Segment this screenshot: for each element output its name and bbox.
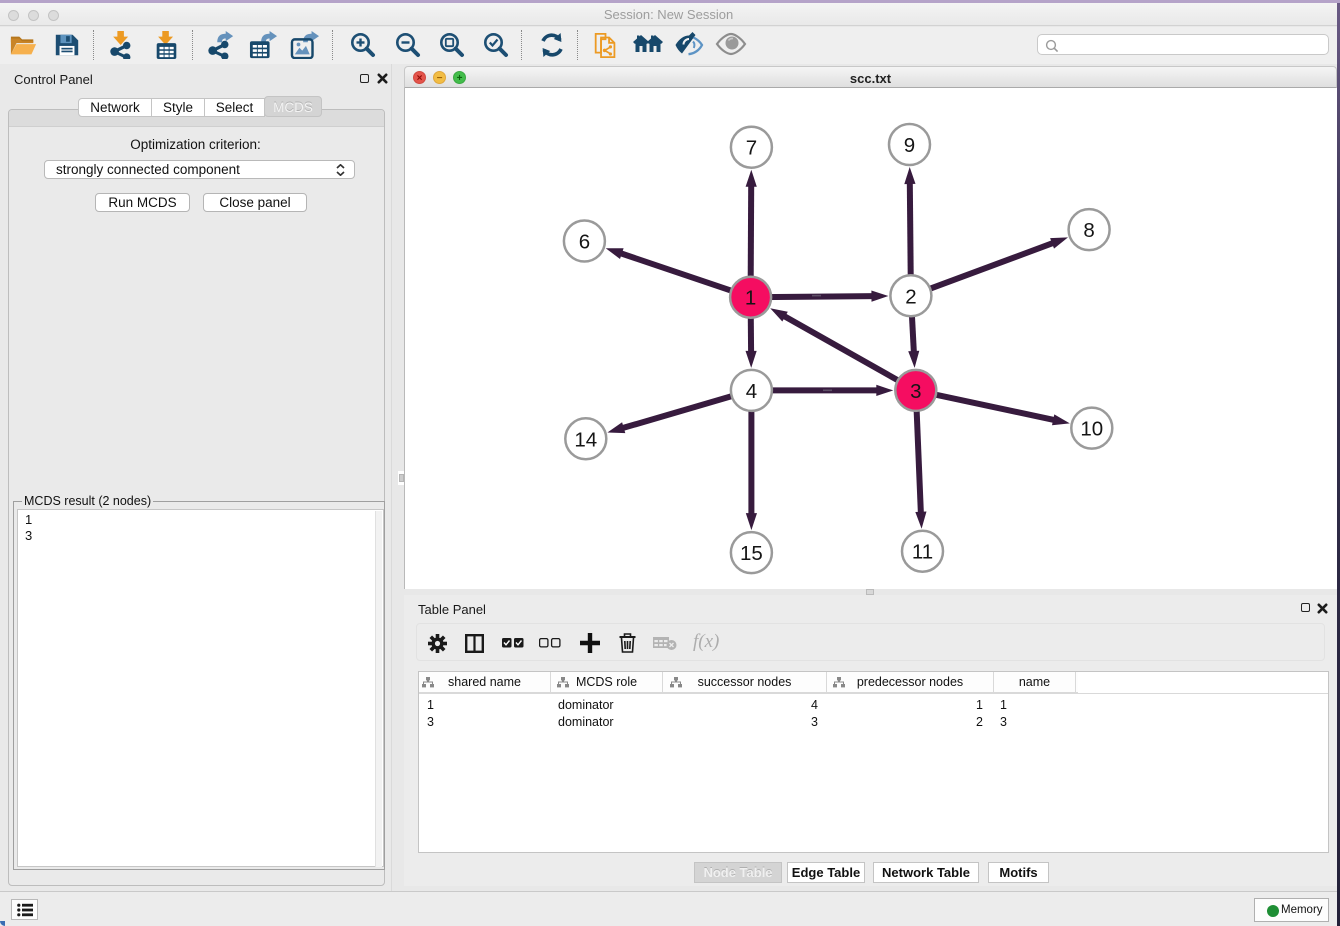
svg-text:7: 7 (746, 137, 757, 160)
svg-text:14: 14 (574, 428, 597, 451)
svg-text:9: 9 (904, 134, 915, 157)
svg-text:6: 6 (579, 231, 590, 254)
svg-text:11: 11 (912, 541, 933, 564)
svg-text:3: 3 (910, 380, 921, 403)
svg-text:2: 2 (905, 285, 916, 308)
svg-text:4: 4 (746, 380, 757, 403)
svg-text:15: 15 (740, 542, 763, 565)
svg-text:1: 1 (745, 287, 756, 310)
svg-text:10: 10 (1080, 418, 1103, 441)
svg-text:8: 8 (1083, 219, 1094, 242)
